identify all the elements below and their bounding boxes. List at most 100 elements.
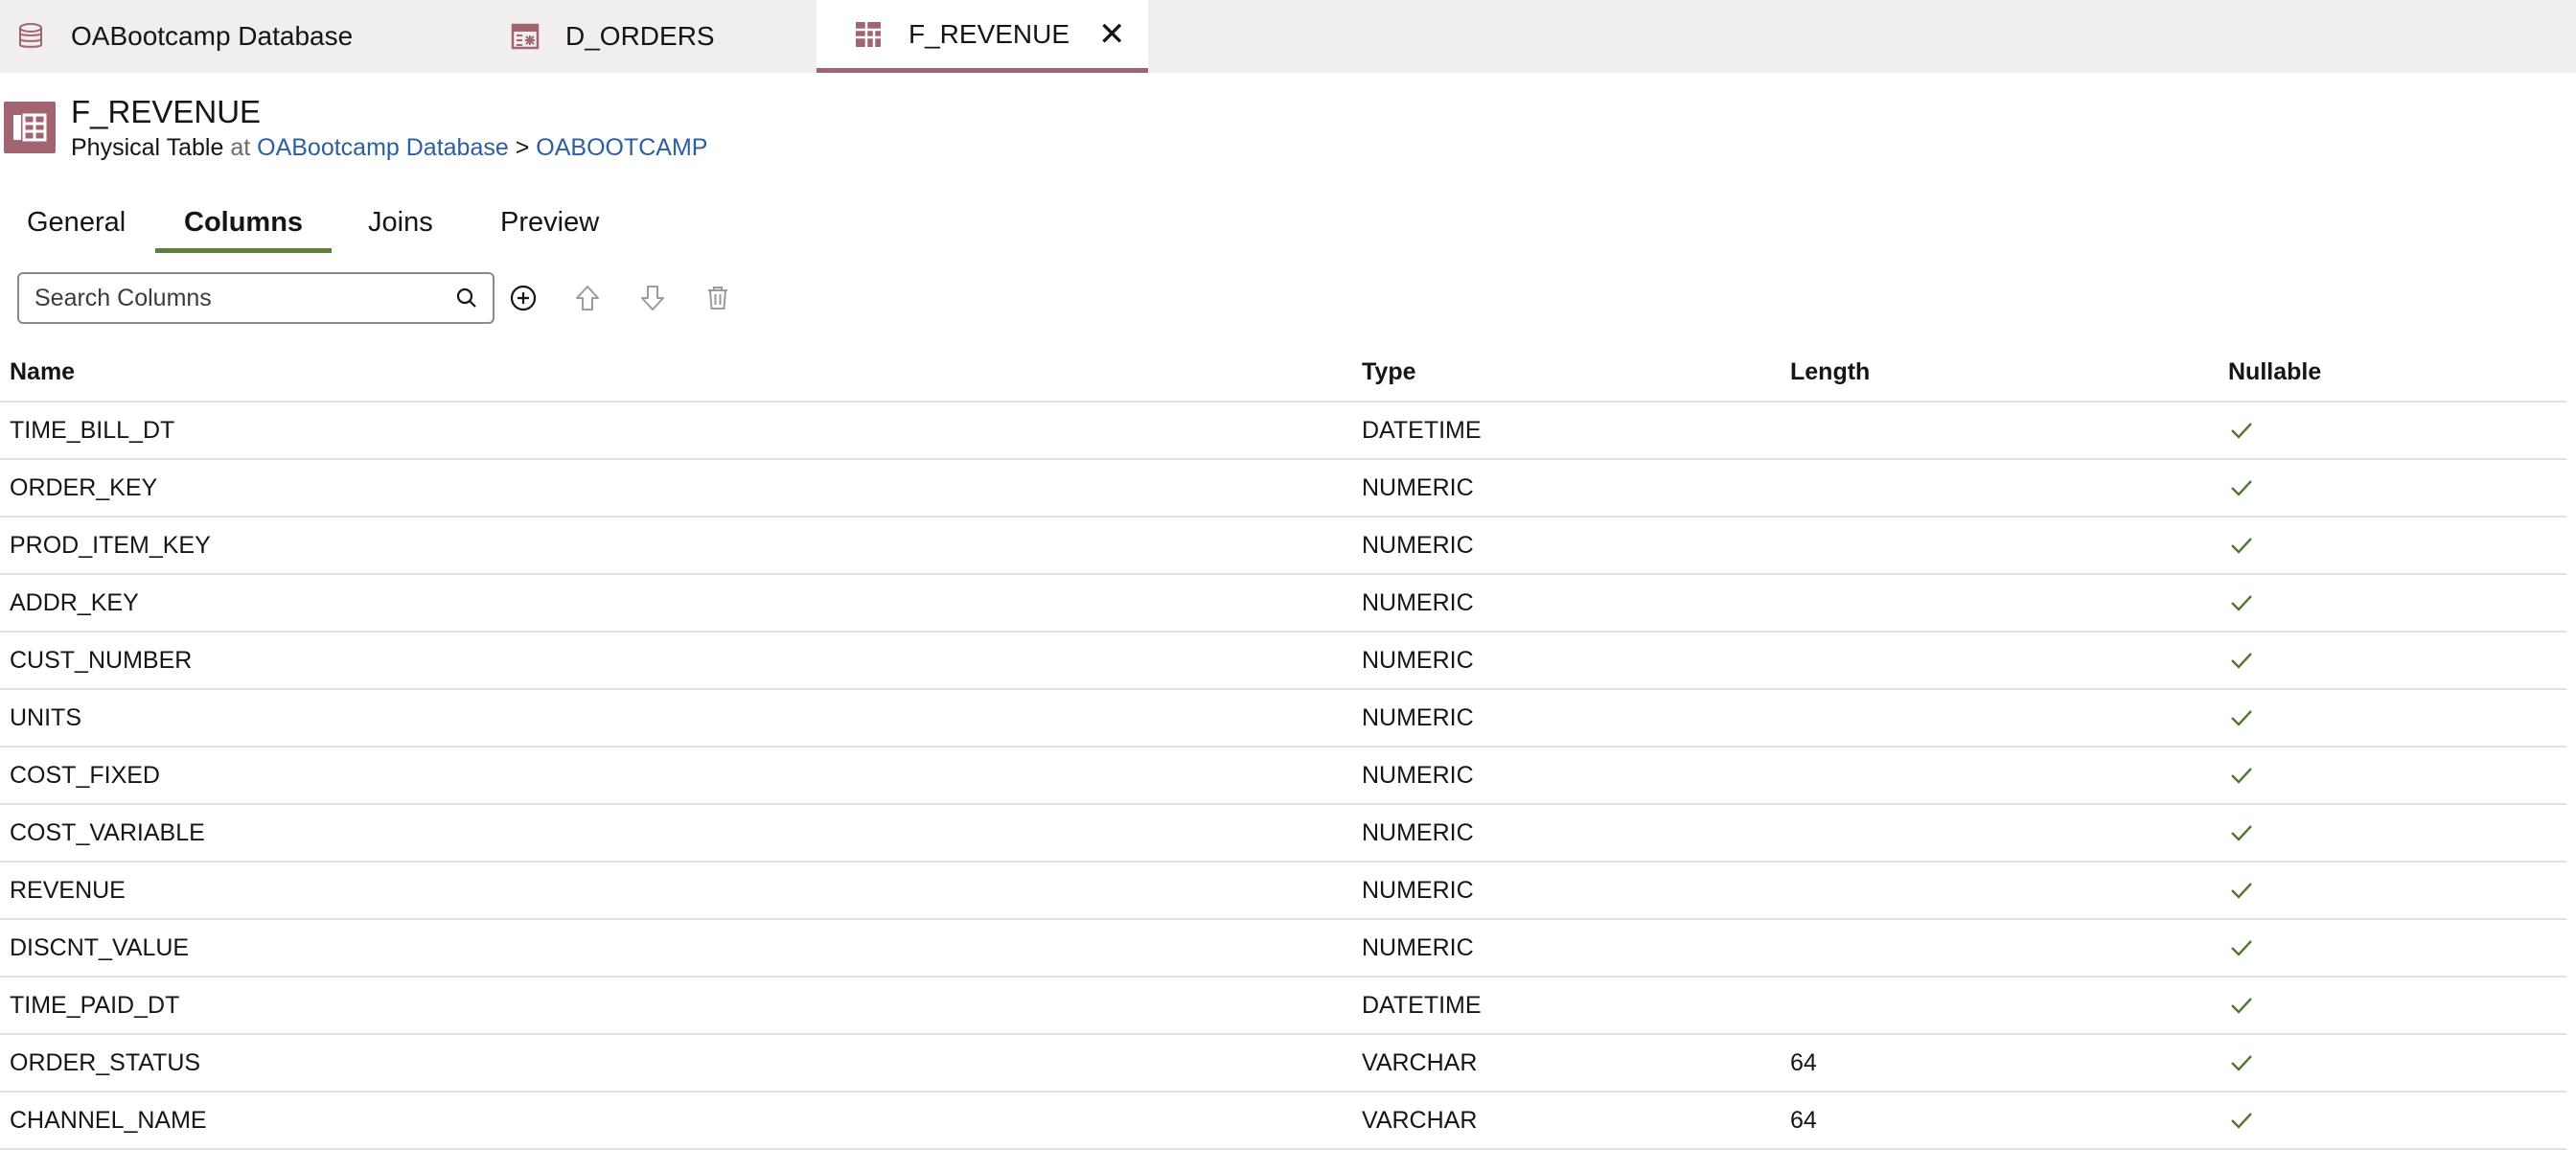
check-icon	[2231, 480, 2252, 496]
move-down-button[interactable]	[634, 280, 671, 316]
tab-preview[interactable]: Preview	[500, 203, 599, 253]
tab-label: F_REVENUE	[908, 18, 1070, 49]
check-icon	[2231, 998, 2252, 1014]
column-name-cell: TIME_PAID_DT	[10, 991, 180, 1019]
check-icon	[2231, 768, 2252, 784]
table-body: TIME_BILL_DT DATETIME ORDER_KEY NUMERIC PROD…	[0, 402, 2566, 1150]
tab-joins[interactable]: Joins	[368, 203, 433, 253]
check-icon	[2231, 825, 2252, 841]
physical-table-icon	[4, 102, 56, 153]
tab-f-revenue[interactable]: F_REVENUE ✕	[816, 0, 1148, 73]
column-name-cell: REVENUE	[10, 876, 126, 904]
tab-label: D_ORDERS	[565, 21, 715, 51]
check-icon	[2231, 940, 2252, 956]
column-nullable-cell	[2224, 819, 2566, 846]
arrow-down-icon	[641, 286, 664, 310]
column-name-cell: CUST_NUMBER	[10, 646, 193, 674]
column-type-cell: NUMERIC	[1362, 933, 1474, 961]
check-icon	[2231, 423, 2252, 439]
add-column-button[interactable]	[505, 280, 541, 316]
column-header-length[interactable]: Length	[1790, 358, 2224, 386]
schema-link[interactable]: OABOOTCAMP	[536, 134, 707, 161]
object-type-label: Physical Table	[71, 134, 224, 161]
column-name-cell: UNITS	[10, 703, 81, 731]
delete-column-button[interactable]	[700, 280, 736, 316]
check-icon	[2231, 710, 2252, 726]
column-nullable-cell	[2224, 532, 2566, 559]
column-type-cell: VARCHAR	[1362, 1048, 1478, 1076]
column-name-cell: PROD_ITEM_KEY	[10, 531, 211, 559]
column-type-cell: NUMERIC	[1362, 588, 1474, 616]
column-length-cell: 64	[1790, 1048, 1817, 1076]
column-type-cell: NUMERIC	[1362, 473, 1474, 501]
at-label: at	[230, 134, 251, 161]
column-nullable-cell	[2224, 704, 2566, 731]
column-type-cell: NUMERIC	[1362, 818, 1474, 846]
column-nullable-cell	[2224, 992, 2566, 1019]
table-row[interactable]: COST_VARIABLE NUMERIC	[0, 805, 2566, 862]
table-row[interactable]: CHANNEL_NAME VARCHAR 64	[0, 1092, 2566, 1150]
table-row[interactable]: DISCNT_VALUE NUMERIC	[0, 920, 2566, 978]
dimension-table-icon	[510, 21, 540, 52]
tab-d-orders[interactable]: D_ORDERS	[510, 0, 816, 73]
table-row[interactable]: ORDER_STATUS VARCHAR 64	[0, 1035, 2566, 1092]
table-row[interactable]: UNITS NUMERIC	[0, 690, 2566, 748]
object-breadcrumb: Physical Table at OABootcamp Database > …	[71, 134, 707, 162]
page-title: F_REVENUE	[71, 94, 262, 129]
move-up-button[interactable]	[569, 280, 606, 316]
column-nullable-cell	[2224, 417, 2566, 444]
search-icon[interactable]	[454, 286, 479, 310]
database-icon	[15, 21, 46, 52]
search-input[interactable]	[19, 283, 454, 313]
columns-table: Name Type Length Nullable TIME_BILL_DT DA…	[0, 343, 2566, 1150]
document-tab-bar: OABootcamp Database D_ORDERS F_REVENUE ✕	[0, 0, 2576, 73]
column-length-cell: 64	[1790, 1106, 1817, 1134]
tab-columns[interactable]: Columns	[155, 203, 333, 253]
tab-general[interactable]: General	[27, 203, 126, 253]
table-row[interactable]: TIME_BILL_DT DATETIME	[0, 402, 2566, 460]
search-columns-field[interactable]	[17, 272, 494, 324]
table-row[interactable]: REVENUE NUMERIC	[0, 862, 2566, 920]
column-nullable-cell	[2224, 589, 2566, 616]
table-row[interactable]: CUST_NUMBER NUMERIC	[0, 632, 2566, 690]
table-row[interactable]: PROD_ITEM_KEY NUMERIC	[0, 518, 2566, 575]
column-type-cell: NUMERIC	[1362, 646, 1474, 674]
column-nullable-cell	[2224, 877, 2566, 904]
column-nullable-cell	[2224, 647, 2566, 674]
check-icon	[2231, 538, 2252, 554]
column-type-cell: VARCHAR	[1362, 1106, 1478, 1134]
column-name-cell: ADDR_KEY	[10, 588, 139, 616]
close-tab-icon[interactable]: ✕	[1098, 18, 1126, 51]
tab-oabootcamp-database[interactable]: OABootcamp Database	[0, 0, 479, 73]
table-header: Name Type Length Nullable	[0, 343, 2566, 402]
column-type-cell: NUMERIC	[1362, 703, 1474, 731]
column-nullable-cell	[2224, 1049, 2566, 1076]
column-name-cell: DISCNT_VALUE	[10, 933, 190, 961]
table-row[interactable]: COST_FIXED NUMERIC	[0, 748, 2566, 805]
column-nullable-cell	[2224, 474, 2566, 501]
breadcrumb-separator: >	[515, 134, 530, 161]
column-type-cell: NUMERIC	[1362, 876, 1474, 904]
column-type-cell: NUMERIC	[1362, 531, 1474, 559]
table-row[interactable]: ADDR_KEY NUMERIC	[0, 575, 2566, 632]
column-name-cell: COST_VARIABLE	[10, 818, 205, 846]
column-header-type[interactable]: Type	[1362, 358, 1790, 386]
table-icon	[853, 19, 884, 50]
database-link[interactable]: OABootcamp Database	[257, 134, 509, 161]
arrow-up-icon	[576, 286, 599, 310]
column-name-cell: COST_FIXED	[10, 761, 160, 789]
column-nullable-cell	[2224, 934, 2566, 961]
tab-label: OABootcamp Database	[71, 21, 354, 51]
trash-icon	[708, 287, 727, 310]
column-header-nullable[interactable]: Nullable	[2224, 358, 2566, 386]
column-name-cell: CHANNEL_NAME	[10, 1106, 207, 1134]
column-nullable-cell	[2224, 1107, 2566, 1134]
table-row[interactable]: ORDER_KEY NUMERIC	[0, 460, 2566, 518]
column-nullable-cell	[2224, 762, 2566, 789]
column-type-cell: NUMERIC	[1362, 761, 1474, 789]
check-icon	[2231, 883, 2252, 899]
add-circle-icon	[510, 285, 537, 311]
column-header-name[interactable]: Name	[0, 358, 1362, 386]
table-row[interactable]: TIME_PAID_DT DATETIME	[0, 978, 2566, 1035]
column-name-cell: ORDER_STATUS	[10, 1048, 201, 1076]
